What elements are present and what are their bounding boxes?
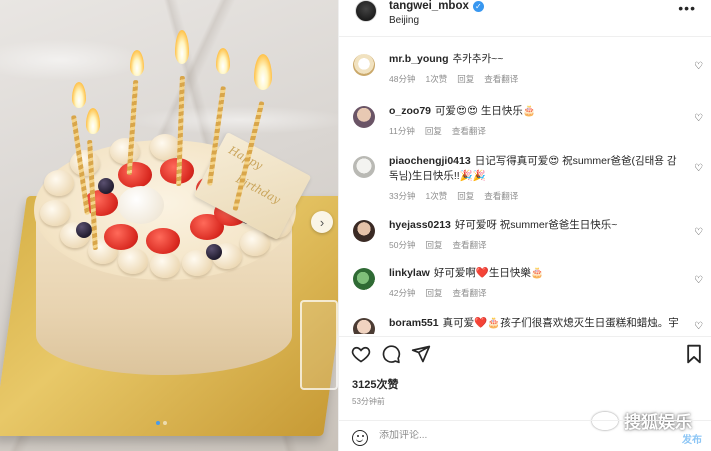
cream-rosette — [150, 252, 180, 278]
comment-time[interactable]: 48分钟 — [389, 72, 415, 87]
reply-button[interactable]: 回复 — [457, 189, 474, 204]
translate-button[interactable]: 查看翻译 — [452, 238, 486, 253]
bookmark-icon[interactable] — [684, 344, 704, 364]
carousel-dot-active — [156, 421, 160, 425]
reply-button[interactable]: 回复 — [425, 286, 442, 301]
comment-username[interactable]: hyejass0213 — [389, 219, 451, 231]
comment-text: 可爱😍😍 生日快乐🎂 — [435, 105, 536, 117]
glass-object — [300, 300, 338, 390]
divider — [339, 336, 711, 337]
comment-text: 好可爱呀 祝summer爸爸生日快乐~ — [454, 219, 618, 231]
comment-time[interactable]: 33分钟 — [389, 189, 415, 204]
cream-center — [118, 186, 164, 224]
like-comment-heart-icon[interactable]: ♡ — [694, 62, 704, 72]
blueberry — [76, 222, 92, 238]
avatar[interactable] — [353, 156, 375, 178]
like-count[interactable]: 3125次赞 — [352, 376, 398, 392]
cream-rosette — [118, 248, 148, 274]
comment-time[interactable]: 42分钟 — [389, 286, 415, 301]
comment-time[interactable]: 50分钟 — [389, 238, 415, 253]
share-icon[interactable] — [411, 344, 431, 364]
comment-input[interactable] — [379, 430, 629, 441]
comment-composer: 发布 — [339, 420, 711, 451]
comments-panel: tangwei_mbox ✓ Beijing ••• mr.b_young 추카추… — [338, 0, 711, 451]
chevron-right-icon[interactable]: › — [311, 211, 333, 233]
comment-username[interactable]: mr.b_young — [389, 53, 449, 65]
avatar[interactable] — [353, 268, 375, 290]
reply-button[interactable]: 回复 — [425, 238, 442, 253]
cream-rosette — [44, 170, 74, 196]
strawberry — [146, 228, 180, 254]
blueberry — [98, 178, 114, 194]
translate-button[interactable]: 查看翻译 — [452, 124, 486, 139]
candle-flame — [86, 108, 100, 134]
like-comment-heart-icon[interactable]: ♡ — [694, 114, 704, 124]
more-options-icon[interactable]: ••• — [678, 0, 696, 16]
comment-username[interactable]: linkylaw — [389, 267, 430, 279]
divider — [339, 36, 711, 37]
posted-time[interactable]: 53分钟前 — [352, 396, 385, 407]
avatar[interactable] — [355, 0, 377, 22]
comment-list: mr.b_young 추카추카~~ 48分钟 1次赞 回复 查看翻译 ♡ o_zo… — [339, 38, 711, 334]
avatar[interactable] — [353, 318, 375, 334]
post-header: tangwei_mbox ✓ Beijing ••• — [339, 0, 711, 34]
heart-icon[interactable] — [351, 344, 371, 364]
comment-time[interactable]: 11分钟 — [389, 124, 415, 139]
comment-username[interactable]: piaochengji0413 — [389, 155, 471, 167]
comment-icon[interactable] — [381, 344, 401, 364]
post-photo[interactable]: Happy Birthday › — [0, 0, 338, 451]
reply-button[interactable]: 回复 — [457, 72, 474, 87]
strawberry — [118, 162, 152, 188]
translate-button[interactable]: 查看翻译 — [452, 286, 486, 301]
reply-button[interactable]: 回复 — [425, 124, 442, 139]
cream-rosette — [70, 150, 100, 176]
verified-badge-icon: ✓ — [472, 0, 484, 12]
translate-button[interactable]: 查看翻译 — [484, 72, 518, 87]
post-button[interactable]: 发布 — [682, 431, 702, 446]
cream-rosette — [110, 138, 140, 164]
post-actions — [339, 344, 711, 368]
comment-text: 真可爱❤️🎂孩子们很喜欢熄灭生日蛋糕和蜡烛。宇 — [442, 317, 679, 329]
cream-rosette — [40, 200, 70, 226]
avatar[interactable] — [353, 54, 375, 76]
candle-flame — [130, 50, 144, 76]
comment-likes[interactable]: 1次赞 — [425, 72, 447, 87]
comment-username[interactable]: boram551 — [389, 317, 439, 329]
candle-flame — [72, 82, 86, 108]
carousel-dots — [156, 421, 167, 425]
comment-text: 추카추카~~ — [452, 53, 504, 65]
comment-username[interactable]: o_zoo79 — [389, 105, 431, 117]
like-comment-heart-icon[interactable]: ♡ — [694, 276, 704, 286]
post-location[interactable]: Beijing — [389, 15, 419, 26]
like-comment-heart-icon[interactable]: ♡ — [694, 228, 704, 238]
username-text[interactable]: tangwei_mbox — [389, 0, 469, 12]
candle-flame — [216, 48, 230, 74]
cream-rosette — [150, 134, 180, 160]
translate-button[interactable]: 查看翻译 — [484, 189, 518, 204]
like-comment-heart-icon[interactable]: ♡ — [694, 322, 704, 332]
post-username[interactable]: tangwei_mbox ✓ — [389, 0, 484, 12]
avatar[interactable] — [353, 220, 375, 242]
carousel-dot — [163, 421, 167, 425]
comment-text: 好可爱啊❤️生日快樂🎂 — [433, 267, 545, 279]
emoji-icon[interactable] — [352, 430, 368, 446]
strawberry — [104, 224, 138, 250]
avatar[interactable] — [353, 106, 375, 128]
blueberry — [206, 244, 222, 260]
comment-likes[interactable]: 1次赞 — [425, 189, 447, 204]
like-comment-heart-icon[interactable]: ♡ — [694, 164, 704, 174]
